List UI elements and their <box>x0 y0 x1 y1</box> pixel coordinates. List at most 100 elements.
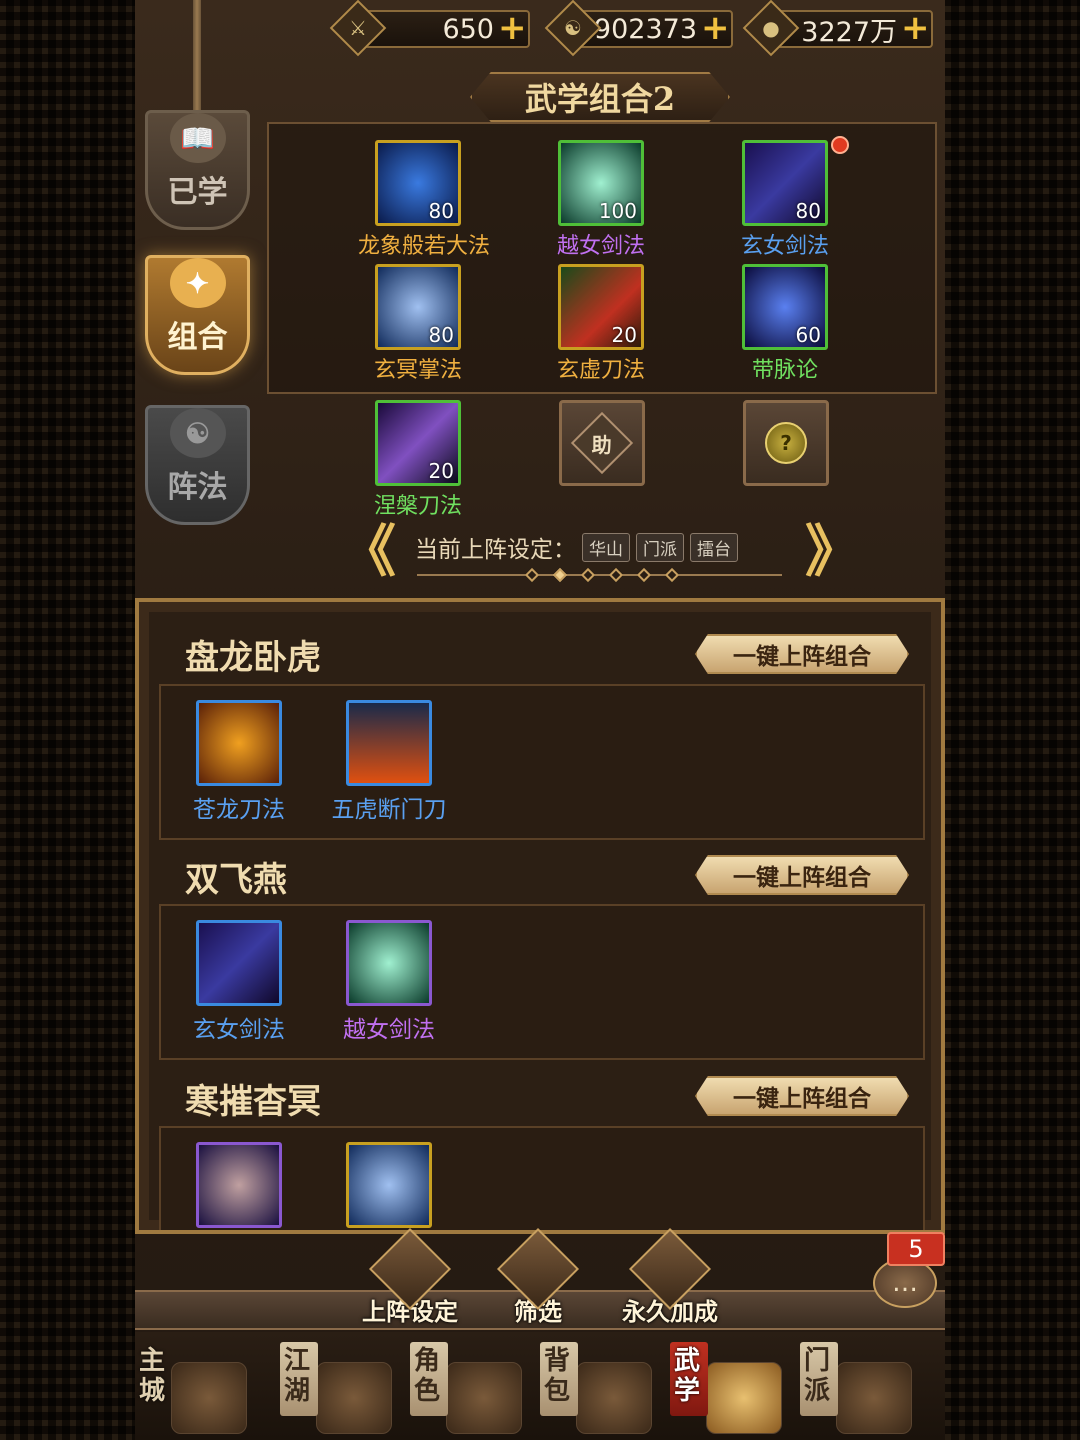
setup-tag: 华山 <box>582 532 630 562</box>
skill-level: 20 <box>428 459 454 483</box>
group-skill-name: 五虎断门刀 <box>331 797 447 823</box>
group-title: 寒摧杳冥 <box>185 1082 321 1122</box>
tab-formation-label: 阵法 <box>167 470 228 505</box>
skill-level: 60 <box>795 323 821 347</box>
permanent-bonus-button[interactable]: 永久加成 <box>620 1227 720 1327</box>
current-setup: 当前上阵设定： 华山 门派 擂台 <box>415 530 738 564</box>
one-key-deploy-button[interactable]: 一键上阵组合 <box>695 1076 909 1116</box>
nav-label: 门派 <box>804 1346 831 1406</box>
group-skill[interactable]: 越女剑法 <box>333 920 445 1044</box>
combo-skill-3[interactable]: 80 玄女剑法 <box>725 136 849 260</box>
one-key-deploy-button[interactable]: 一键上阵组合 <box>695 634 909 674</box>
group-skill[interactable] <box>183 1142 295 1228</box>
combo-skill-5[interactable]: 20 玄虚刀法 <box>541 264 661 384</box>
prev-page-button[interactable]: 《 <box>340 525 396 581</box>
scroll-icon <box>446 1362 522 1434</box>
taiji-coin-icon: ☯ <box>544 0 602 57</box>
group-skill-name: 玄女剑法 <box>193 1017 285 1043</box>
skill-level: 20 <box>611 323 637 347</box>
nirvana-blade-icon: 20 <box>375 400 461 486</box>
group-skill[interactable]: 五虎断门刀 <box>321 700 457 824</box>
page-dot <box>636 567 652 583</box>
page-dot <box>580 567 596 583</box>
nav-label: 武学 <box>674 1346 701 1406</box>
skill-level: 100 <box>598 199 637 223</box>
banner-icon <box>316 1362 392 1434</box>
palm-icon <box>346 1142 432 1228</box>
nav-jianghu[interactable]: 江湖 <box>280 1342 400 1438</box>
combo-skill-name: 玄冥掌法 <box>373 358 462 383</box>
nav-main-city[interactable]: 主城 <box>135 1342 255 1438</box>
taiji-icon: ☯ <box>169 408 226 458</box>
bag-icon <box>576 1362 652 1434</box>
assist-label: 助 <box>592 432 612 457</box>
palace-icon <box>171 1362 247 1434</box>
hand-icon <box>196 1142 282 1228</box>
combo-skill-1[interactable]: 80 龙象般若大法 <box>358 140 491 260</box>
nav-sect[interactable]: 门派 <box>800 1342 920 1438</box>
currency-3-value: 3227万 <box>801 16 897 48</box>
nav-martial-arts[interactable]: 武学 <box>670 1342 790 1438</box>
group-skill-name: 越女剑法 <box>343 1017 435 1043</box>
nav-label: 江湖 <box>284 1346 311 1406</box>
currency-2-add-button[interactable]: + <box>701 11 730 45</box>
new-indicator-dot <box>831 136 849 154</box>
group-skill[interactable] <box>333 1142 445 1228</box>
combo-skill-4[interactable]: 80 玄冥掌法 <box>358 264 478 384</box>
tab-learned[interactable]: 📖 已学 <box>145 110 250 230</box>
combo-skill-name: 龙象般若大法 <box>358 234 491 259</box>
combo-skill-6[interactable]: 60 带脉论 <box>725 264 845 384</box>
page-indicator <box>417 567 782 583</box>
dragon-elephant-icon: 80 <box>375 140 461 226</box>
currency-1-add-button[interactable]: + <box>498 11 527 45</box>
currency-3-add-button[interactable]: + <box>901 11 930 45</box>
skill-level: 80 <box>428 199 454 223</box>
nav-label: 主城 <box>139 1346 166 1406</box>
skill-level: 80 <box>428 323 454 347</box>
assist-icon: 助 <box>570 411 634 475</box>
locked-slot[interactable]: ? <box>743 400 829 486</box>
tab-combo-label: 组合 <box>167 320 228 355</box>
group-skill[interactable]: 苍龙刀法 <box>183 700 295 824</box>
sword-icon <box>346 920 432 1006</box>
skill-level: 80 <box>795 199 821 223</box>
combo-skill-name: 涅槃刀法 <box>373 494 462 519</box>
currency-3: ● 3227万 + <box>742 0 933 57</box>
one-key-deploy-button[interactable]: 一键上阵组合 <box>695 855 909 895</box>
combo-list-panel: 盘龙卧虎 一键上阵组合 苍龙刀法 五虎断门刀 双飞燕 一键上阵组合 玄女剑法 越… <box>135 598 945 1234</box>
silver-coin-icon: ● <box>742 0 800 57</box>
deploy-setup-button[interactable]: 上阵设定 <box>360 1227 460 1327</box>
book-icon: 📖 <box>169 113 226 163</box>
palm-icon: 80 <box>375 264 461 350</box>
dragon-blade-icon <box>196 700 282 786</box>
chat-count-badge: 5 <box>887 1232 945 1266</box>
five-tiger-blade-icon <box>346 700 432 786</box>
tab-formation[interactable]: ☯ 阵法 <box>145 405 250 525</box>
next-page-button[interactable]: 》 <box>805 525 861 581</box>
currency-1-value: 650 <box>442 13 494 45</box>
page-dot <box>524 567 540 583</box>
nav-label: 角色 <box>414 1346 441 1406</box>
combo-skill-name: 玄女剑法 <box>740 234 829 259</box>
filter-button[interactable]: 筛选 <box>488 1227 588 1327</box>
twin-blades-icon <box>196 920 282 1006</box>
current-setup-label: 当前上阵设定： <box>415 537 576 563</box>
combo-title: 武学组合2 <box>470 72 730 122</box>
meridian-icon: 60 <box>742 264 828 350</box>
combo-skill-7[interactable]: 20 涅槃刀法 <box>358 400 478 520</box>
tab-combo[interactable]: ✦ 组合 <box>145 255 250 375</box>
assist-slot[interactable]: 助 <box>559 400 645 486</box>
group-skill[interactable]: 玄女剑法 <box>183 920 295 1044</box>
combo-skill-name: 玄虚刀法 <box>556 358 645 383</box>
sword-scroll-icon: ⚔ <box>329 0 387 57</box>
page-dot-active <box>552 567 568 583</box>
group-title: 双飞燕 <box>185 860 287 900</box>
combo-skill-2[interactable]: 100 越女剑法 <box>541 140 661 260</box>
nav-character[interactable]: 角色 <box>410 1342 530 1438</box>
currency-1: ⚔ 650 + <box>329 0 530 57</box>
coin-lock-icon: ? <box>765 422 807 464</box>
group-title: 盘龙卧虎 <box>185 638 321 678</box>
scroll-icon: ✦ <box>169 258 226 308</box>
nav-label: 背包 <box>544 1346 571 1406</box>
nav-backpack[interactable]: 背包 <box>540 1342 660 1438</box>
